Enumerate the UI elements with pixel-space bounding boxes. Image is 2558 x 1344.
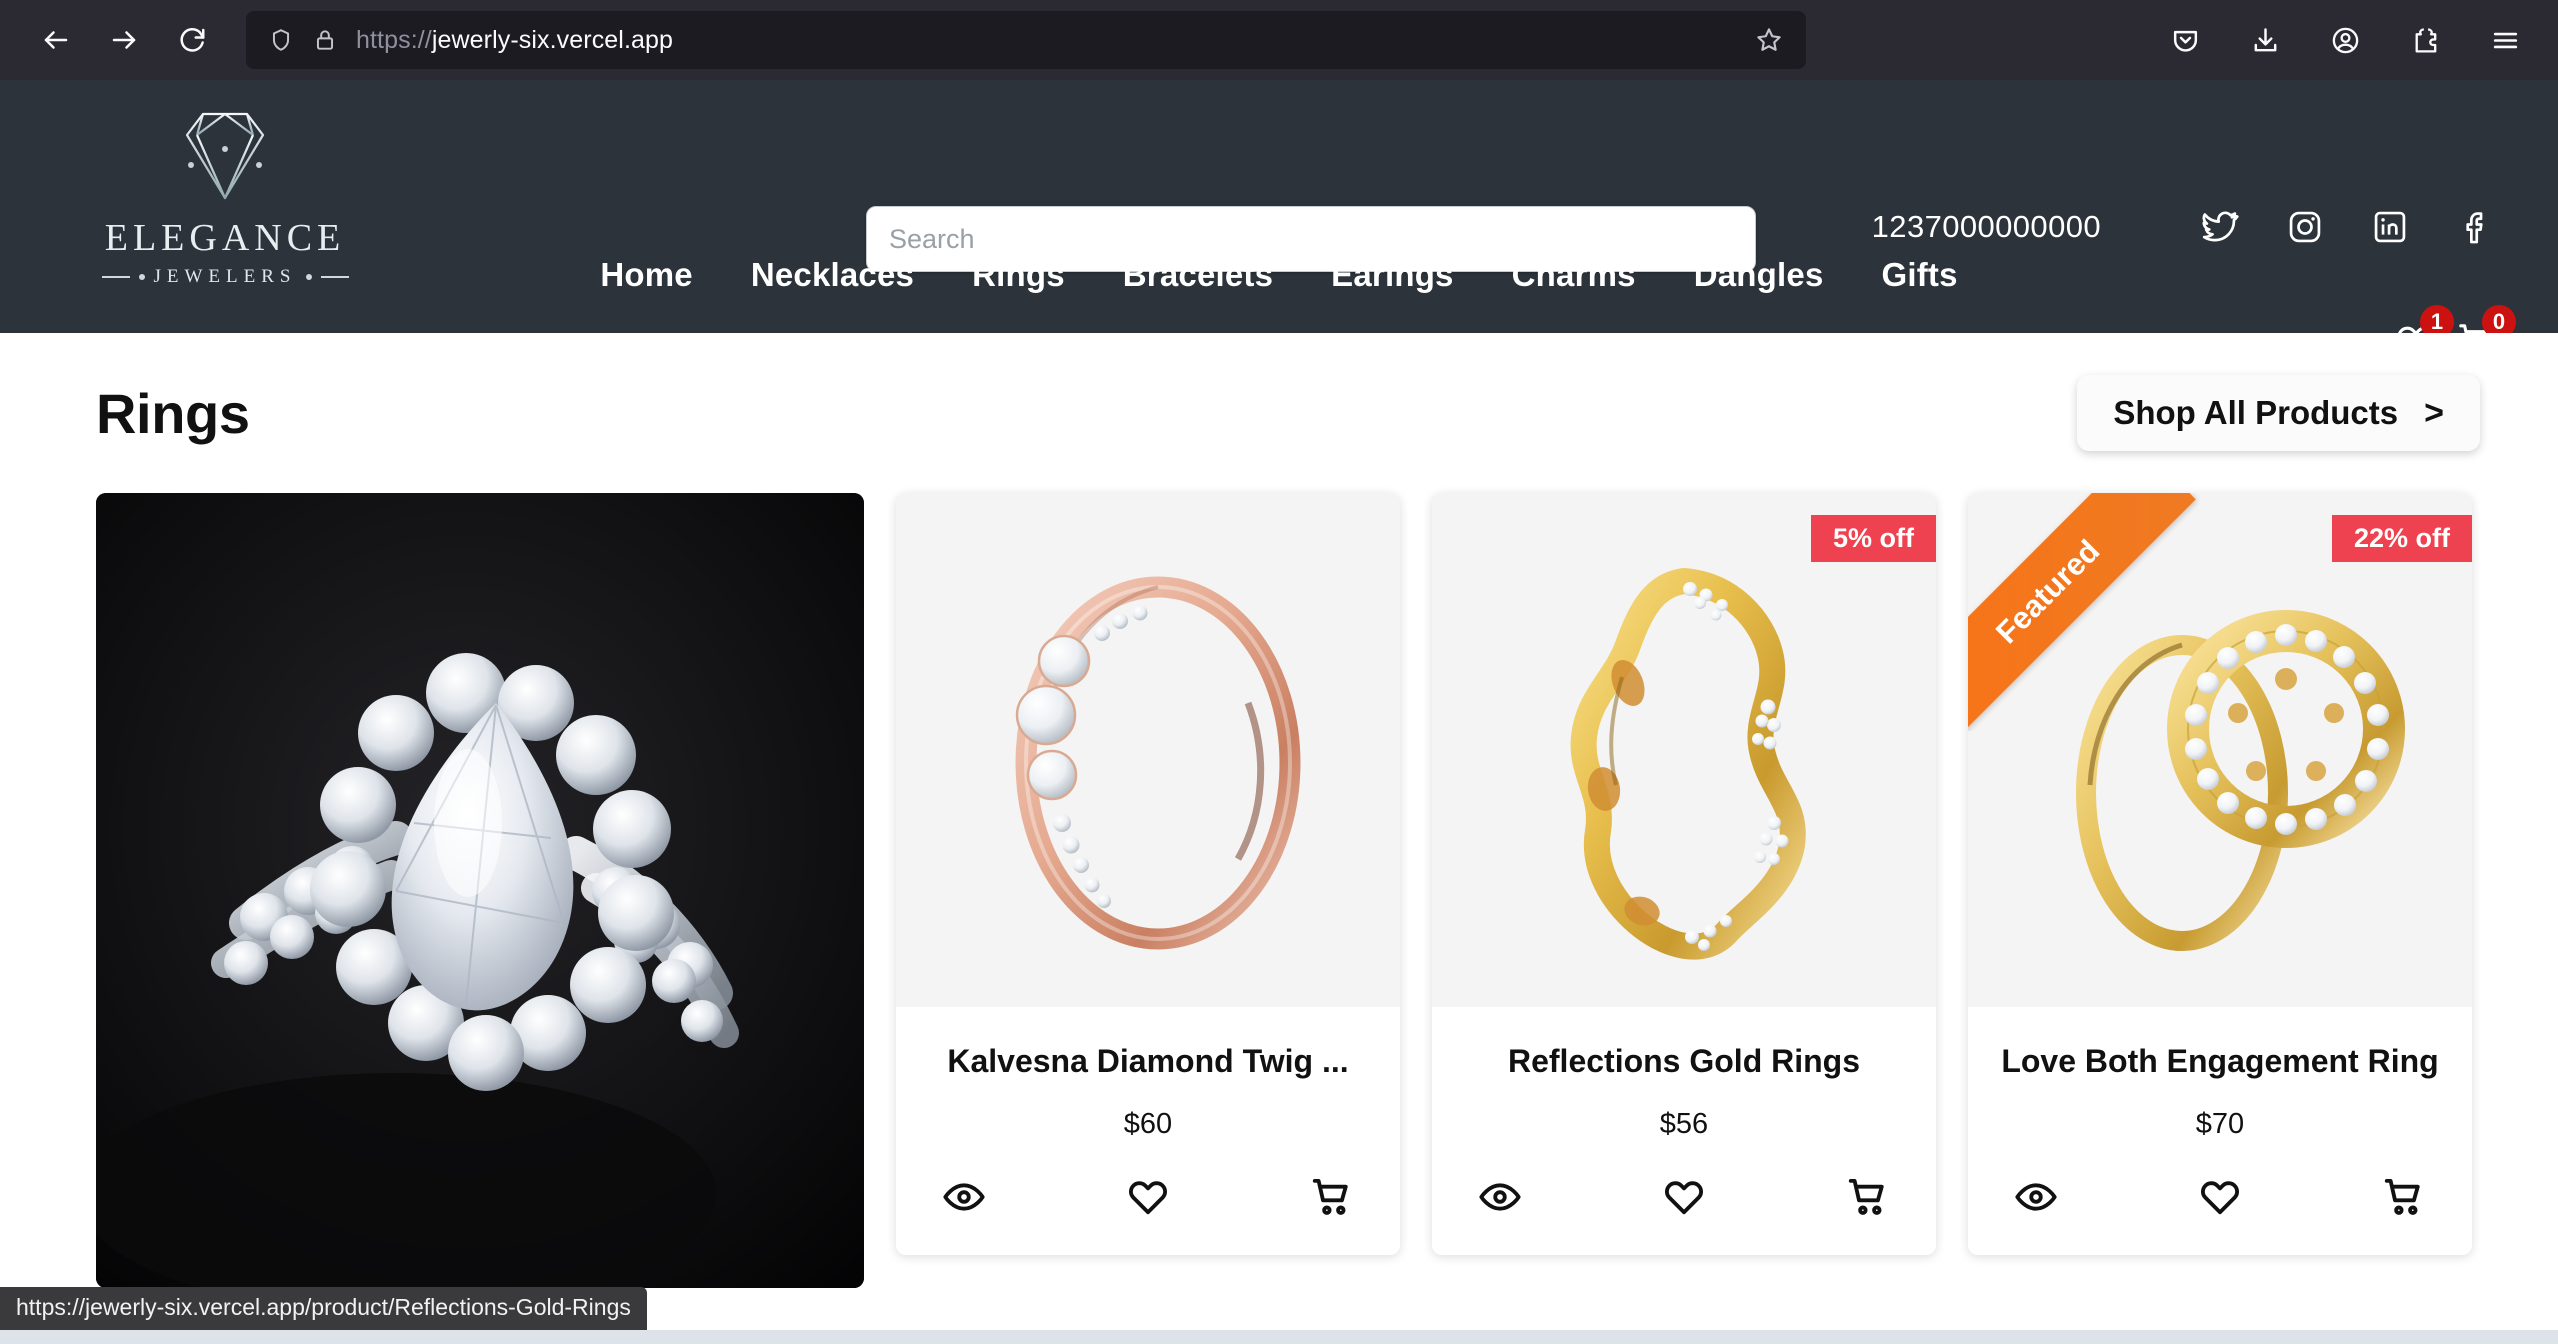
nav-item-rings[interactable]: Rings [972, 256, 1065, 294]
bottom-scrollbar-strip[interactable] [0, 1330, 2558, 1344]
url-scheme: https:// [356, 25, 432, 54]
product-price: $56 [1659, 1108, 1709, 1140]
lock-icon[interactable] [312, 27, 338, 53]
discount-badge: 5% off [1811, 515, 1936, 562]
eye-icon[interactable] [1478, 1175, 1522, 1219]
discount-badge: 22% off [2331, 515, 2472, 562]
diamond-ring-photo [96, 493, 864, 1288]
product-image[interactable] [896, 493, 1400, 1007]
product-actions [1450, 1175, 1918, 1225]
product-meta: Love Both Engagement Ring $70 [1968, 1007, 2472, 1255]
url-host: jewerly-six.vercel.app [431, 25, 674, 54]
product-name: Kalvesna Diamond Twig ... [947, 1043, 1349, 1079]
menu-icon[interactable] [2484, 19, 2526, 61]
main-navigation: Home Necklaces Rings Bracelets Earings C… [0, 232, 2558, 318]
product-image[interactable] [1432, 493, 1936, 1007]
page-header-row: Rings Shop All Products > [0, 333, 2558, 451]
product-name: Reflections Gold Rings [1507, 1043, 1861, 1079]
star-icon[interactable] [1754, 25, 1784, 55]
hero-product-image[interactable] [96, 493, 864, 1288]
heart-icon[interactable] [1662, 1175, 1706, 1219]
product-card[interactable]: Featured 22% off Love Both Engagement Ri… [1968, 493, 2472, 1255]
diamond-icon [185, 112, 265, 200]
site-header: ELEGANCE JEWELERS 1237000000000 [0, 80, 2558, 360]
product-actions [1986, 1175, 2454, 1225]
browser-toolbar-right [2164, 19, 2532, 61]
cart-icon[interactable] [2382, 1175, 2426, 1219]
download-icon[interactable] [2244, 19, 2286, 61]
product-grid: Kalvesna Diamond Twig ... $60 5% off Ref… [0, 451, 2558, 1288]
nav-item-home[interactable]: Home [600, 256, 693, 294]
product-card[interactable]: 5% off Reflections Gold Rings $56 [1432, 493, 1936, 1255]
heart-icon[interactable] [1126, 1175, 1170, 1219]
shield-icon[interactable] [268, 27, 294, 53]
nav-item-gifts[interactable]: Gifts [1882, 256, 1958, 294]
extensions-icon[interactable] [2404, 19, 2446, 61]
love-both-ring-photo [1968, 493, 2472, 1007]
shop-all-products-button[interactable]: Shop All Products > [2077, 375, 2480, 451]
account-icon[interactable] [2324, 19, 2366, 61]
product-image[interactable] [1968, 493, 2472, 1007]
nav-item-bracelets[interactable]: Bracelets [1123, 256, 1273, 294]
status-bar-url: https://jewerly-six.vercel.app/product/R… [0, 1287, 647, 1330]
nav-item-earings[interactable]: Earings [1331, 256, 1453, 294]
page-content: Rings Shop All Products > Kalvesna Diamo… [0, 333, 2558, 1344]
product-price: $70 [2195, 1108, 2245, 1140]
product-card[interactable]: Kalvesna Diamond Twig ... $60 [896, 493, 1400, 1255]
nav-item-dangles[interactable]: Dangles [1694, 256, 1824, 294]
heart-icon[interactable] [2198, 1175, 2242, 1219]
cart-icon[interactable] [1846, 1175, 1890, 1219]
product-meta: Reflections Gold Rings $56 [1432, 1007, 1936, 1255]
eye-icon[interactable] [2014, 1175, 2058, 1219]
nav-item-charms[interactable]: Charms [1512, 256, 1636, 294]
url-bar[interactable]: https://jewerly-six.vercel.app [246, 11, 1806, 69]
chevron-right-icon: > [2424, 393, 2444, 432]
reload-button[interactable] [162, 10, 222, 70]
cart-icon[interactable] [1310, 1175, 1354, 1219]
product-name: Love Both Engagement Ring [2001, 1043, 2439, 1079]
product-price: $60 [1123, 1108, 1173, 1140]
product-meta: Kalvesna Diamond Twig ... $60 [896, 1007, 1400, 1255]
pocket-icon[interactable] [2164, 19, 2206, 61]
url-text[interactable]: https://jewerly-six.vercel.app [356, 26, 1736, 55]
eye-icon[interactable] [942, 1175, 986, 1219]
page-title: Rings [96, 381, 250, 445]
browser-toolbar: https://jewerly-six.vercel.app [0, 0, 2558, 80]
product-actions [914, 1175, 1382, 1225]
rose-gold-ring-photo [896, 493, 1400, 1007]
nav-item-necklaces[interactable]: Necklaces [751, 256, 914, 294]
back-button[interactable] [26, 10, 86, 70]
shop-all-label: Shop All Products [2113, 394, 2399, 431]
forward-button[interactable] [94, 10, 154, 70]
gold-ring-photo [1432, 493, 1936, 1007]
